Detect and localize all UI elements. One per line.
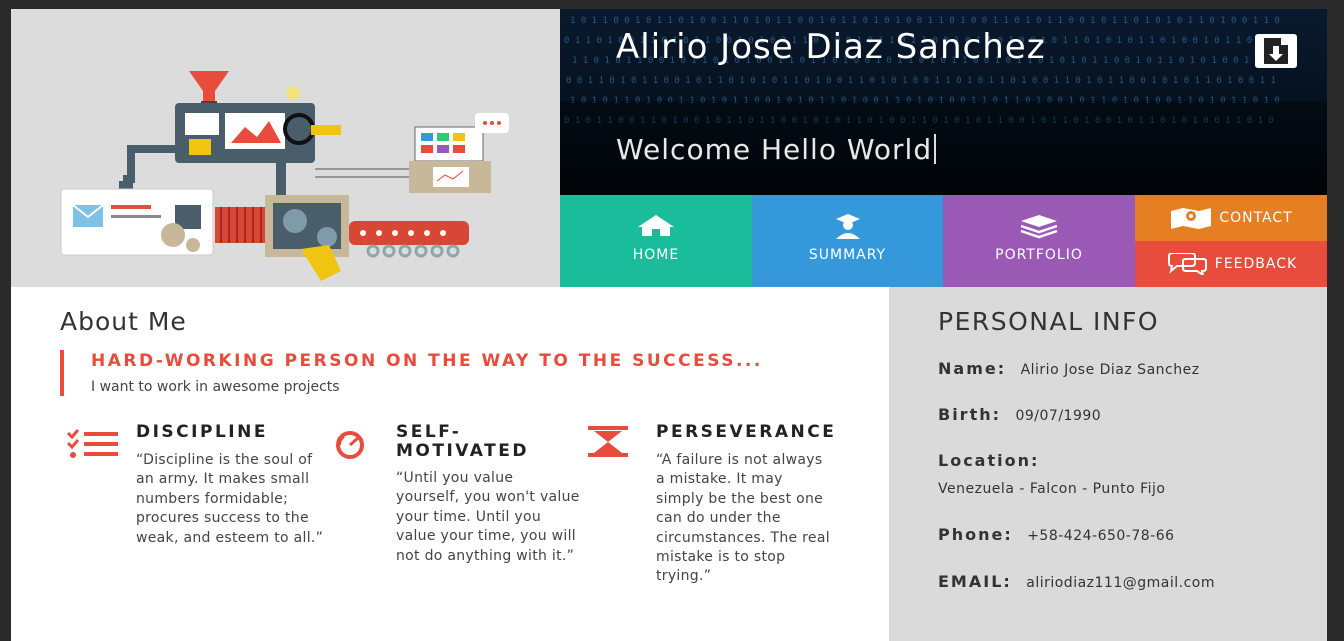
info-email-value[interactable]: aliriodiaz111@gmail.com: [1026, 575, 1215, 591]
info-name-label: Name:: [938, 359, 1007, 378]
nav-home[interactable]: HOME: [560, 195, 752, 287]
quality-title: SELF-MOTIVATED: [396, 422, 529, 461]
header-banner: 1 0 1 1 0 0 1 0 1 1 0 1 0 0 1 1 0 1 0 1 …: [560, 9, 1327, 195]
speedometer-icon: [336, 431, 364, 459]
info-email-row: EMAIL: aliriodiaz111@gmail.com: [938, 572, 1215, 591]
chat-bubbles-icon: [1167, 253, 1207, 275]
info-location-label: Location:: [938, 451, 1040, 470]
main-navigation: HOME SUMMARY PORTFOLIO CONTACT FEEDBACK: [560, 195, 1327, 287]
svg-text:0 0 1 1 0 1 0 1 1 0 0 1 0 1 1: 0 0 1 1 0 1 0 1 1 0 0 1 0 1 1 0 1 0 1 0 …: [566, 76, 1276, 86]
info-birth-row: Birth: 09/07/1990: [938, 405, 1101, 424]
svg-text:1 0 1 1 0 0 1 0 1 1 0 1 0 0 1: 1 0 1 1 0 0 1 0 1 1 0 1 0 0 1 1 0 1 0 1 …: [570, 16, 1280, 26]
quality-text: “Until you value yourself, you won't val…: [396, 470, 580, 564]
info-phone-label: Phone:: [938, 525, 1013, 544]
nav-home-label: HOME: [632, 247, 680, 263]
quality-title: DISCIPLINE: [136, 422, 268, 442]
map-marker-icon: [1171, 208, 1212, 229]
quote-accent-bar: [60, 350, 64, 396]
nav-portfolio[interactable]: PORTFOLIO: [943, 195, 1135, 287]
page-title: Alirio Jose Diaz Sanchez: [616, 27, 1046, 67]
home-icon: [638, 215, 674, 236]
about-subline: I want to work in awesome projects: [91, 379, 340, 395]
info-phone-value: +58-424-650-78-66: [1027, 528, 1175, 544]
info-location-row: Location:: [938, 451, 1049, 470]
welcome-message: Welcome Hello World: [616, 133, 937, 166]
info-location-value-row: Venezuela - Falcon - Punto Fijo: [938, 481, 1166, 497]
nav-contact[interactable]: CONTACT: [1135, 195, 1327, 241]
about-title: About Me: [60, 307, 187, 336]
info-name-row: Name: Alirio Jose Diaz Sanchez: [938, 359, 1200, 378]
quality-text: “A failure is not always a mistake. It m…: [656, 452, 830, 585]
machine-illustration: [60, 71, 509, 281]
info-location-value: Venezuela - Falcon - Punto Fijo: [938, 481, 1166, 497]
page-frame: 1 0 1 1 0 0 1 0 1 1 0 1 0 0 1 1 0 1 0 1 …: [11, 9, 1327, 641]
nav-portfolio-label: PORTFOLIO: [995, 247, 1083, 263]
welcome-text: Welcome Hello World: [616, 133, 933, 166]
info-name-value: Alirio Jose Diaz Sanchez: [1020, 362, 1200, 378]
layers-icon: [1020, 215, 1058, 239]
quality-title: PERSEVERANCE: [656, 422, 837, 442]
nav-summary[interactable]: SUMMARY: [752, 195, 943, 287]
graduate-icon: [835, 214, 860, 239]
download-icon: [1264, 38, 1288, 64]
hero-illustration: [11, 9, 560, 287]
info-birth-label: Birth:: [938, 405, 1002, 424]
info-phone-row: Phone: +58-424-650-78-66: [938, 525, 1175, 544]
nav-feedback-label: FEEDBACK: [1214, 256, 1298, 272]
text-cursor: [934, 134, 937, 164]
nav-feedback[interactable]: FEEDBACK: [1135, 241, 1327, 287]
info-birth-value: 09/07/1990: [1015, 408, 1102, 424]
download-button[interactable]: [1255, 34, 1297, 68]
info-email-label: EMAIL:: [938, 572, 1012, 591]
hourglass-icon: [588, 426, 628, 457]
nav-contact-label: CONTACT: [1219, 210, 1293, 226]
about-headline: HARD-WORKING PERSON ON THE WAY TO THE SU…: [91, 351, 763, 371]
quality-text: “Discipline is the soul of an army. It m…: [136, 452, 324, 546]
personal-info-panel: PERSONAL INFO Name: Alirio Jose Diaz San…: [889, 287, 1327, 641]
checklist-icon: [66, 429, 118, 458]
personal-info-title: PERSONAL INFO: [938, 307, 1160, 336]
nav-summary-label: SUMMARY: [808, 247, 887, 263]
